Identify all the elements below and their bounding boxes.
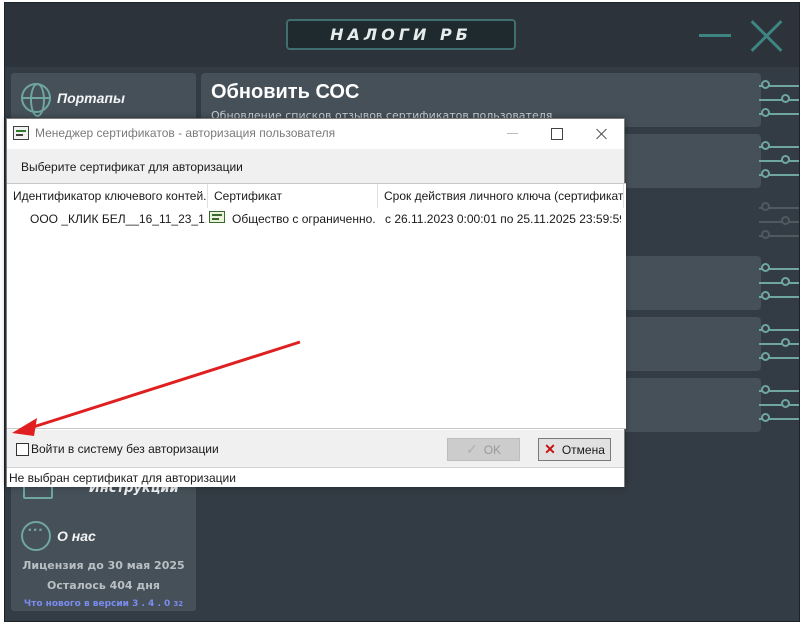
license-text: Лицензия до 30 мая 2025 [22, 559, 185, 572]
cancel-label: Отмена [561, 442, 605, 457]
cancel-button[interactable]: ✕ Отмена [538, 438, 611, 461]
globe-icon [21, 83, 51, 117]
column-header-id[interactable]: Идентификатор ключевого контей... [7, 184, 208, 208]
dialog-maximize-button[interactable] [535, 119, 579, 149]
prompt-area: Выберите сертификат для авторизации [7, 149, 624, 183]
login-without-auth-label[interactable]: Войти в систему без авторизации [31, 442, 219, 456]
app-title: НАЛОГИ РБ [286, 19, 516, 50]
certificate-icon [209, 211, 225, 223]
ok-label: OK [483, 442, 502, 457]
cell-validity: с 26.11.2023 0:00:01 по 25.11.2025 23:59… [385, 212, 621, 226]
settings-sliders-icon[interactable] [759, 79, 799, 123]
dialog-titlebar: Менеджер сертификатов - авторизация поль… [7, 119, 624, 149]
dialog-title: Менеджер сертификатов - авторизация поль… [35, 126, 336, 140]
sidebar-item-label: Портапы [57, 90, 125, 106]
close-icon: ✕ [544, 441, 556, 457]
minimize-icon[interactable] [699, 34, 731, 37]
certificate-manager-dialog: Менеджер сертификатов - авторизация поль… [6, 118, 626, 487]
whats-new-link[interactable]: Что нового в версии 3 . 4 . 0 32 [11, 599, 196, 609]
ok-button[interactable]: ✓ OK [447, 438, 520, 461]
cell-id: ООО _КЛИК БЕЛ__16_11_23_1... [30, 212, 206, 226]
dialog-button-area: Войти в систему без авторизации ✓ OK ✕ О… [7, 430, 624, 467]
status-text: Не выбран сертификат для авторизации [9, 471, 236, 485]
check-icon: ✓ [465, 441, 478, 457]
whats-new-text: Что нового в версии 3 . 4 . 0 [23, 599, 171, 609]
prompt-text: Выберите сертификат для авторизации [21, 160, 243, 174]
cell-certificate: Общество с ограниченно... [232, 212, 376, 226]
app-titlebar: НАЛОГИ РБ [5, 3, 799, 67]
status-bar: Не выбран сертификат для авторизации [7, 467, 624, 487]
settings-sliders-icon[interactable] [759, 262, 799, 306]
column-header-certificate[interactable]: Сертификат [208, 184, 378, 208]
settings-sliders-icon[interactable] [759, 384, 799, 428]
sidebar-item-portals[interactable]: Портапы [21, 83, 125, 117]
chat-icon [21, 521, 51, 551]
certificate-list[interactable]: Идентификатор ключевого контей... Сертиф… [7, 183, 626, 429]
whats-new-sub: 32 [173, 600, 184, 608]
remaining-days: Осталось 404 дня [47, 579, 160, 592]
login-without-auth-checkbox[interactable] [16, 443, 29, 456]
sidebar-item-label: О нас [57, 528, 96, 544]
column-header-validity[interactable]: Срок действия личного ключа (сертификата… [378, 184, 624, 208]
panel-title: Обновить СОС [211, 81, 360, 103]
close-icon[interactable] [749, 19, 783, 53]
sidebar-item-about[interactable]: О нас [21, 521, 96, 551]
settings-sliders-icon [759, 201, 799, 245]
certificate-app-icon [13, 126, 29, 140]
settings-sliders-icon[interactable] [759, 323, 799, 367]
dialog-minimize-button[interactable] [491, 119, 535, 149]
settings-sliders-icon[interactable] [759, 140, 799, 184]
dialog-close-button[interactable] [579, 119, 623, 149]
